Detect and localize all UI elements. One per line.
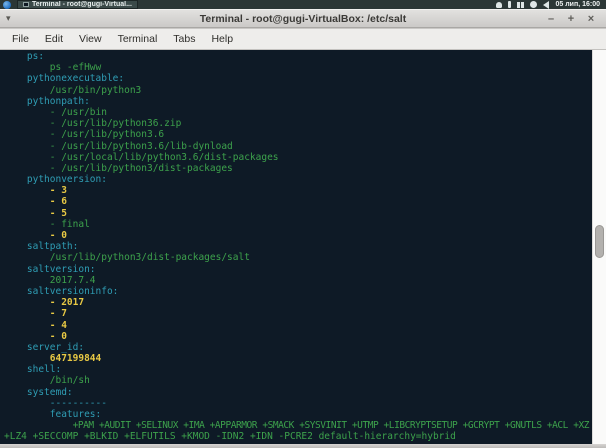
menu-help[interactable]: Help: [203, 30, 241, 48]
terminal-line: ----------: [49, 397, 107, 409]
terminal-icon: [23, 2, 29, 7]
terminal-line: 2017.7.4: [49, 274, 96, 286]
minimize-button[interactable]: –: [544, 12, 558, 26]
network-arrows-icon[interactable]: [517, 1, 525, 8]
bluetooth-icon[interactable]: [508, 1, 512, 8]
terminal-line: - 0: [49, 230, 67, 241]
window-titlebar[interactable]: ▾ Terminal - root@gugi-VirtualBox: /etc/…: [0, 9, 606, 28]
terminal-line: pythonpath:: [26, 95, 90, 107]
terminal-line: server_id:: [26, 341, 85, 353]
window-bottom-border: [0, 444, 606, 448]
scrollbar-thumb[interactable]: [595, 225, 604, 258]
terminal-line: - 0: [49, 330, 67, 342]
terminal-line: ps:: [26, 51, 45, 62]
terminal-line: saltversioninfo:: [26, 285, 119, 297]
window-controls: – + ×: [544, 12, 606, 26]
terminal-line: - /usr/lib/python36.zip: [49, 118, 182, 130]
terminal-line: - 2017: [49, 297, 85, 309]
terminal-line: pythonexecutable:: [26, 73, 125, 85]
application-menu-icon[interactable]: [3, 0, 11, 9]
terminal-line: - /usr/lib/python3.6/lib-dynload: [49, 140, 233, 152]
menu-edit[interactable]: Edit: [37, 30, 71, 48]
taskbar-window-button[interactable]: Terminal - root@gugi-Virtual...: [17, 0, 138, 9]
desktop: Terminal - root@gugi-Virtual... 05 лип, …: [0, 0, 606, 448]
clock[interactable]: 05 лип, 16:00: [555, 1, 602, 8]
terminal-line: shell:: [26, 364, 62, 376]
terminal-line: saltpath:: [26, 241, 79, 253]
window-title: Terminal - root@gugi-VirtualBox: /etc/sa…: [199, 12, 407, 25]
terminal-line: - /usr/local/lib/python3.6/dist-packages: [49, 151, 279, 163]
terminal-line: - 6: [49, 196, 67, 208]
terminal-line: - 7: [49, 308, 67, 320]
maximize-button[interactable]: +: [564, 12, 578, 26]
notification-icon[interactable]: [530, 1, 538, 8]
scrollbar-track[interactable]: [592, 50, 606, 444]
terminal-line: features:: [49, 409, 102, 420]
terminal-line: +PAM +AUDIT +SELINUX +IMA +APPARMOR +SMA…: [72, 420, 590, 432]
system-tray: 05 лип, 16:00: [496, 0, 606, 9]
terminal-line: - /usr/lib/python3/dist-packages: [49, 162, 233, 174]
taskbar-window-label: Terminal - root@gugi-Virtual...: [32, 1, 132, 8]
menu-terminal[interactable]: Terminal: [110, 30, 166, 48]
terminal-output[interactable]: ps: ps -efHww pythonexecutable:/usr/bin/py…: [0, 50, 592, 444]
terminal-line: systemd:: [26, 386, 73, 398]
terminal-line: /usr/lib/python3/dist-packages/salt: [49, 252, 250, 264]
window-shade-icon[interactable]: ▾: [6, 13, 20, 24]
terminal-line: - /usr/lib/python3.6: [49, 129, 165, 141]
menu-view[interactable]: View: [71, 30, 110, 48]
terminal-line: - 3: [49, 185, 67, 197]
terminal-line: ps -efHww: [49, 62, 102, 74]
terminal-line: - 4: [49, 319, 67, 331]
bell-icon[interactable]: [496, 1, 503, 8]
terminal-line: - /usr/bin: [49, 106, 107, 118]
terminal-line: /bin/sh: [49, 375, 90, 387]
close-button[interactable]: ×: [584, 12, 598, 26]
volume-icon[interactable]: [543, 0, 550, 9]
terminal-line: 647199844: [49, 353, 102, 365]
menu-tabs[interactable]: Tabs: [165, 30, 203, 48]
terminal-line: saltversion:: [26, 263, 96, 275]
terminal-line: pythonversion:: [26, 174, 107, 186]
terminal-line: - final: [49, 218, 90, 230]
terminal-line: - 5: [49, 207, 67, 219]
menubar: File Edit View Terminal Tabs Help: [0, 29, 606, 50]
terminal-line: /usr/bin/python3: [49, 84, 142, 96]
terminal-line: +LZ4 +SECCOMP +BLKID +ELFUTILS +KMOD -ID…: [4, 431, 456, 443]
desktop-panel: Terminal - root@gugi-Virtual... 05 лип, …: [0, 0, 606, 9]
menu-file[interactable]: File: [4, 30, 37, 48]
